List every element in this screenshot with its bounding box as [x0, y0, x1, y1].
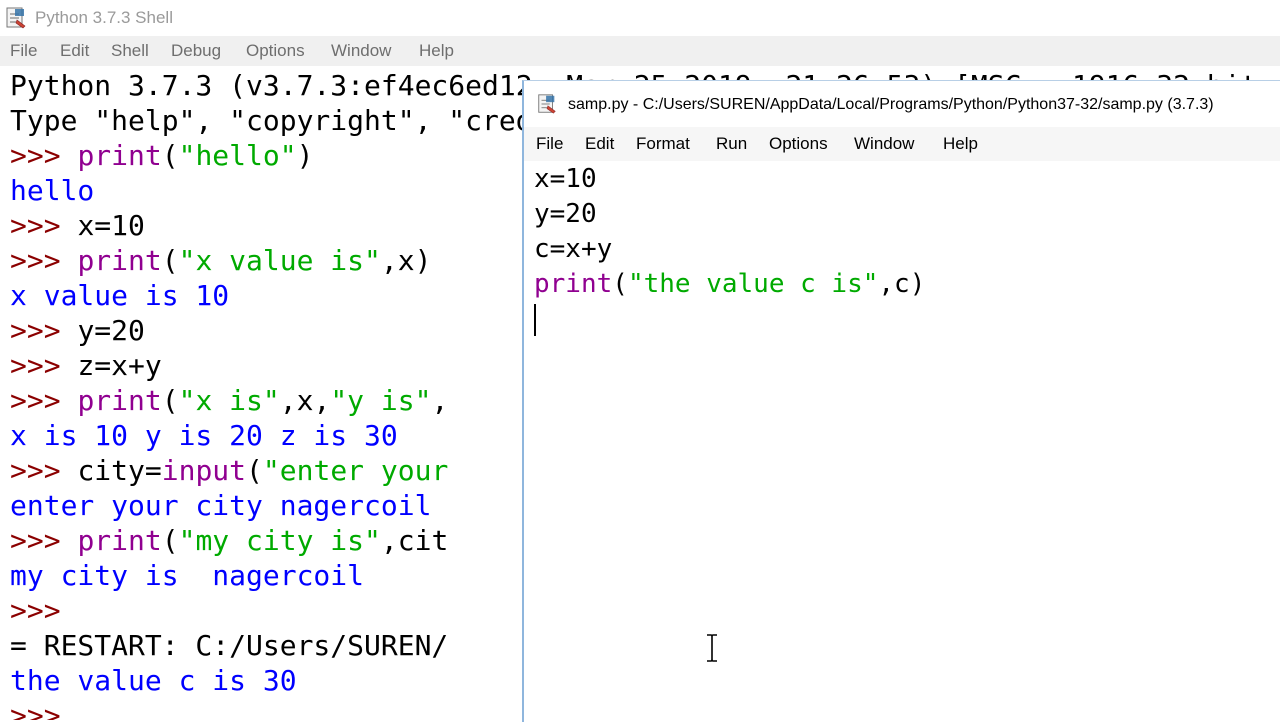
shell-line: enter your city nagercoil	[10, 488, 431, 523]
shell-token: >>>	[10, 139, 78, 172]
shell-token: x=10	[77, 209, 145, 242]
ibeam-mouse-icon	[707, 634, 717, 662]
shell-token: >>>	[10, 594, 78, 627]
shell-token: x value is 10	[10, 279, 230, 312]
shell-token: (	[161, 139, 179, 172]
shell-token: ,	[431, 384, 449, 417]
window-title: Python 3.7.3 Shell	[35, 8, 173, 27]
shell-token: "enter your	[262, 454, 449, 487]
shell-line: >>> print("x value is",x)	[10, 243, 431, 278]
shell-token: = RESTART: C:/Users/SUREN/	[10, 629, 449, 662]
shell-line: >>> z=x+y	[10, 348, 162, 383]
window-title: samp.py - C:/Users/SUREN/AppData/Local/P…	[568, 96, 1214, 113]
editor-token: y=20	[534, 199, 597, 229]
shell-token: my city is nagercoil	[10, 559, 365, 592]
shell-menu-window[interactable]: Window	[331, 41, 391, 61]
editor-menu-options[interactable]: Options	[769, 134, 828, 154]
shell-token: enter your city nagercoil	[10, 489, 432, 522]
python-idle-icon	[538, 94, 556, 114]
shell-menu-help[interactable]: Help	[419, 41, 454, 61]
shell-token: city=	[77, 454, 162, 487]
shell-menu-edit[interactable]: Edit	[60, 41, 89, 61]
shell-menubar: File Edit Shell Debug Options Window Hel…	[0, 36, 1280, 66]
shell-token: ,x,	[279, 384, 331, 417]
shell-token: "x is"	[178, 384, 280, 417]
editor-menu-run[interactable]: Run	[716, 134, 747, 154]
shell-line: >>> y=20	[10, 313, 145, 348]
editor-text-area[interactable]: x=10 y=20 c=x+y print("the value c is",c)	[524, 162, 1280, 722]
shell-line: >>> city=input("enter your	[10, 453, 448, 488]
shell-line: the value c is 30	[10, 663, 297, 698]
editor-line: c=x+y	[534, 232, 612, 267]
shell-token: >>>	[10, 314, 78, 347]
shell-token: hello	[10, 174, 95, 207]
shell-line: hello	[10, 173, 94, 208]
editor-line: print("the value c is",c)	[534, 267, 925, 302]
shell-menu-shell[interactable]: Shell	[111, 41, 149, 61]
shell-token: (	[246, 454, 263, 487]
shell-menu-options[interactable]: Options	[246, 41, 305, 61]
editor-token: ,c)	[878, 269, 926, 299]
shell-line: >>>	[10, 698, 77, 720]
editor-menu-help[interactable]: Help	[943, 134, 978, 154]
shell-token: >>>	[10, 384, 78, 417]
shell-token: )	[296, 139, 314, 172]
shell-token: print	[77, 524, 162, 557]
editor-menu-file[interactable]: File	[536, 134, 563, 154]
shell-line: x is 10 y is 20 z is 30	[10, 418, 398, 453]
editor-window: samp.py - C:/Users/SUREN/AppData/Local/P…	[522, 80, 1280, 722]
shell-token: (	[161, 244, 179, 277]
editor-line: y=20	[534, 197, 597, 232]
editor-token: c=x+y	[534, 234, 613, 264]
shell-line: = RESTART: C:/Users/SUREN/	[10, 628, 448, 663]
editor-menu-format[interactable]: Format	[636, 134, 690, 154]
shell-token: y=20	[77, 314, 145, 347]
shell-token: >>>	[10, 699, 78, 720]
shell-token: print	[77, 384, 162, 417]
shell-token: >>>	[10, 209, 78, 242]
shell-line: my city is nagercoil	[10, 558, 364, 593]
shell-token: "my city is"	[178, 524, 381, 557]
shell-token: z=x+y	[77, 349, 162, 382]
editor-token: (	[612, 269, 628, 299]
shell-menu-file[interactable]: File	[10, 41, 37, 61]
shell-line: >>> print("my city is",cit	[10, 523, 448, 558]
shell-line: >>>	[10, 593, 77, 628]
editor-menu-window[interactable]: Window	[854, 134, 914, 154]
shell-token: the value c is 30	[10, 664, 297, 697]
editor-titlebar[interactable]: samp.py - C:/Users/SUREN/AppData/Local/P…	[524, 81, 1280, 125]
shell-token: print	[77, 244, 162, 277]
shell-token: print	[77, 139, 162, 172]
shell-token: "y is"	[330, 384, 432, 417]
python-idle-icon	[6, 7, 26, 29]
editor-line: x=10	[534, 162, 597, 197]
shell-token: >>>	[10, 454, 78, 487]
shell-token: ,x)	[380, 244, 432, 277]
shell-token: "x value is"	[178, 244, 381, 277]
shell-token: >>>	[10, 349, 78, 382]
editor-token: x=10	[534, 164, 597, 194]
editor-token: print	[534, 269, 613, 299]
shell-menu-debug[interactable]: Debug	[171, 41, 221, 61]
shell-line: >>> print("x is",x,"y is",	[10, 383, 448, 418]
shell-token: (	[161, 384, 179, 417]
editor-menubar: File Edit Format Run Options Window Help	[524, 127, 1280, 161]
shell-token: >>>	[10, 244, 78, 277]
shell-token: (	[161, 524, 179, 557]
shell-token: x is 10 y is 20 z is 30	[10, 419, 398, 452]
shell-titlebar[interactable]: Python 3.7.3 Shell	[0, 0, 1280, 36]
shell-token: >>>	[10, 524, 78, 557]
text-cursor-icon	[534, 304, 536, 336]
editor-menu-edit[interactable]: Edit	[585, 134, 614, 154]
editor-token: "the value c is"	[627, 269, 879, 299]
shell-token: "hello"	[178, 139, 297, 172]
shell-token: input	[161, 454, 247, 487]
shell-line: >>> print("hello")	[10, 138, 313, 173]
shell-token: ,cit	[380, 524, 449, 557]
shell-line: x value is 10	[10, 278, 229, 313]
shell-line: >>> x=10	[10, 208, 145, 243]
